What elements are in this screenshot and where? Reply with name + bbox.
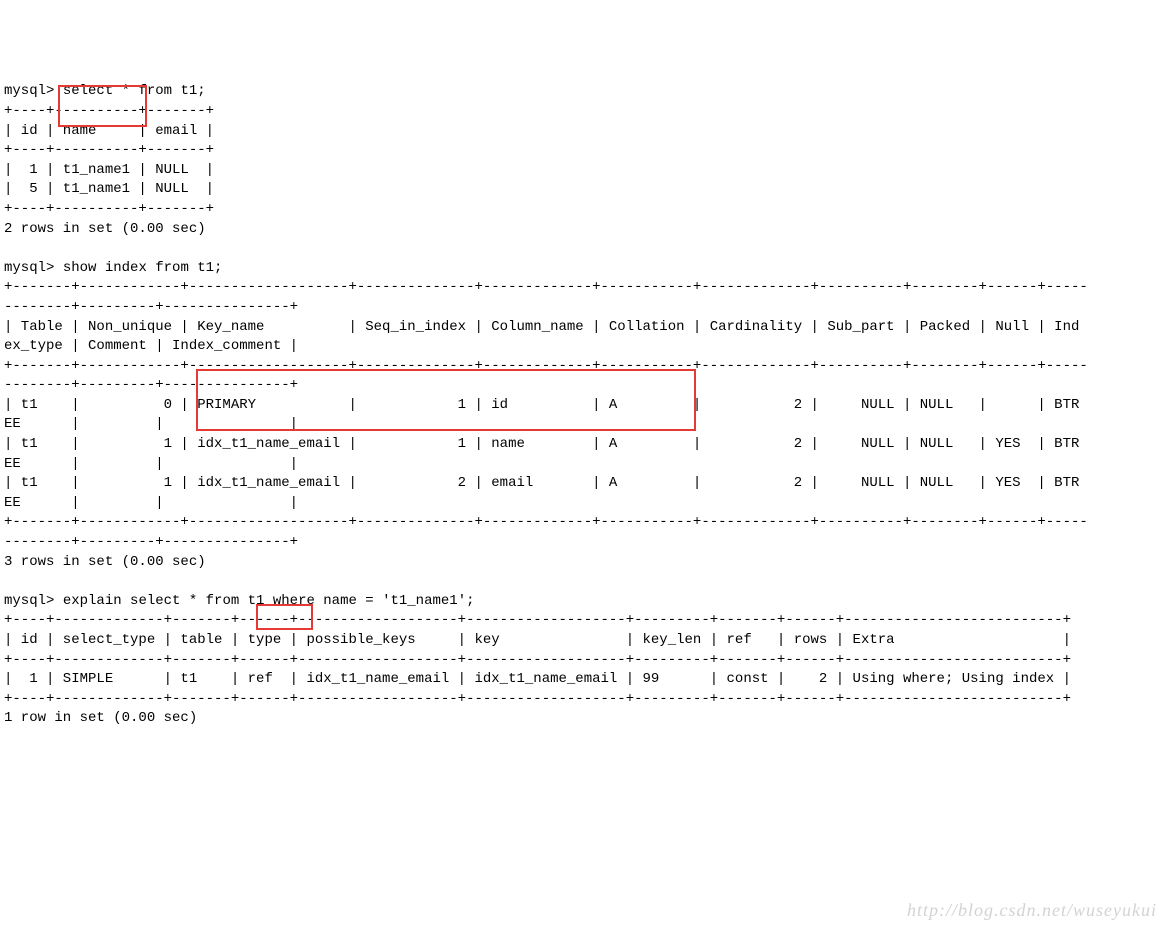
table-row: EE | | | xyxy=(4,416,298,432)
prompt: mysql> xyxy=(4,593,54,609)
table-header: | id | select_type | table | type | poss… xyxy=(4,632,1071,648)
table-row: | 1 | SIMPLE | t1 | ref | idx_t1_name_em… xyxy=(4,671,1071,687)
table-header: | id | name | email | xyxy=(4,123,214,139)
table-sep: --------+---------+---------------+ xyxy=(4,534,298,550)
table-row: EE | | | xyxy=(4,456,298,472)
table-sep: +----+----------+-------+ xyxy=(4,201,214,217)
terminal-output: mysql> select * from t1; +----+---------… xyxy=(4,83,1088,726)
table-sep: +----+-------------+-------+------+-----… xyxy=(4,612,1071,628)
query-1: select * from t1; xyxy=(63,83,206,99)
table-row: | t1 | 0 | PRIMARY | 1 | id | A | 2 | NU… xyxy=(4,397,1079,413)
query-3: explain select * from t1 where name = 't… xyxy=(63,593,475,609)
table-sep: +----+----------+-------+ xyxy=(4,103,214,119)
prompt: mysql> xyxy=(4,83,54,99)
table-sep: +----+-------------+-------+------+-----… xyxy=(4,691,1071,707)
table-header: ex_type | Comment | Index_comment | xyxy=(4,338,298,354)
result-footer: 3 rows in set (0.00 sec) xyxy=(4,554,206,570)
table-sep: --------+---------+---------------+ xyxy=(4,377,298,393)
watermark: http://blog.csdn.net/wuseyukui xyxy=(907,898,1157,923)
table-row: EE | | | xyxy=(4,495,298,511)
prompt: mysql> xyxy=(4,260,54,276)
table-row: | 5 | t1_name1 | NULL | xyxy=(4,181,214,197)
table-row: | 1 | t1_name1 | NULL | xyxy=(4,162,214,178)
table-sep: +-------+------------+------------------… xyxy=(4,358,1088,374)
query-2: show index from t1; xyxy=(63,260,223,276)
result-footer: 2 rows in set (0.00 sec) xyxy=(4,221,206,237)
table-sep: +----+----------+-------+ xyxy=(4,142,214,158)
table-row: | t1 | 1 | idx_t1_name_email | 1 | name … xyxy=(4,436,1079,452)
table-sep: +-------+------------+------------------… xyxy=(4,279,1088,295)
table-header: | Table | Non_unique | Key_name | Seq_in… xyxy=(4,319,1079,335)
result-footer: 1 row in set (0.00 sec) xyxy=(4,710,197,726)
table-sep: +-------+------------+------------------… xyxy=(4,514,1088,530)
table-row: | t1 | 1 | idx_t1_name_email | 2 | email… xyxy=(4,475,1079,491)
table-sep: --------+---------+---------------+ xyxy=(4,299,298,315)
